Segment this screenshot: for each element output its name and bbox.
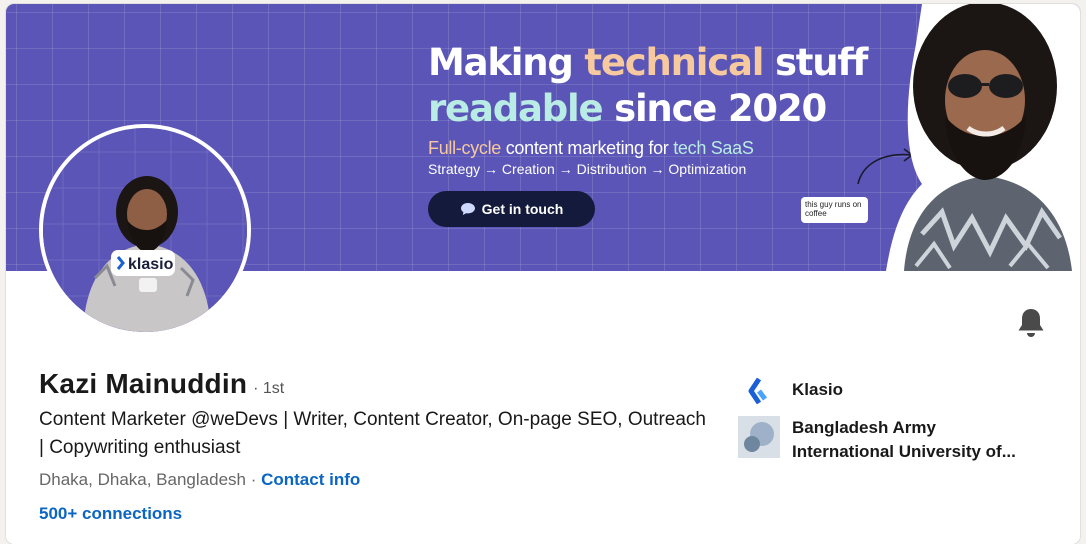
university-logo — [738, 416, 780, 458]
connection-degree: · 1st — [253, 380, 285, 397]
banner-headline: Making technical stuff readable since 20… — [428, 41, 868, 130]
klasio-logo — [738, 370, 780, 412]
connections-link[interactable]: 500+ connections — [39, 504, 182, 524]
profile-location: Dhaka, Dhaka, Bangladesh — [39, 470, 246, 489]
org-item-university[interactable]: Bangladesh Army International University… — [738, 416, 1042, 464]
org-name: Bangladesh Army International University… — [792, 418, 1016, 461]
profile-card: Making technical stuff readable since 20… — [6, 4, 1080, 544]
avatar-photo: klasio — [43, 128, 247, 332]
coffee-note: this guy runs on coffee — [801, 197, 868, 223]
avatar-shirt-text: klasio — [128, 256, 174, 273]
banner-steps: Strategy → Creation → Distribution → Opt… — [428, 161, 747, 177]
university-logo-icon — [744, 422, 774, 452]
banner-subheadline: Full-cycle content marketing for tech Sa… — [428, 138, 754, 158]
bell-icon[interactable] — [1016, 306, 1046, 340]
location-row: Dhaka, Dhaka, Bangladesh · Contact info — [39, 470, 360, 490]
contact-info-link[interactable]: Contact info — [261, 470, 360, 489]
org-item-klasio[interactable]: Klasio — [738, 370, 843, 412]
profile-name: Kazi Mainuddin — [39, 368, 248, 399]
org-name: Klasio — [792, 380, 844, 399]
banner-person-photo — [886, 4, 1080, 271]
profile-headline: Content Marketer @weDevs | Writer, Conte… — [39, 409, 706, 458]
chat-bubble-icon — [460, 203, 475, 215]
separator: · — [245, 470, 262, 489]
profile-avatar[interactable]: klasio — [39, 124, 251, 336]
get-in-touch-button: Get in touch — [428, 191, 595, 227]
profile-name-row: Kazi Mainuddin · 1st — [39, 368, 284, 400]
klasio-logo-icon — [748, 378, 767, 404]
